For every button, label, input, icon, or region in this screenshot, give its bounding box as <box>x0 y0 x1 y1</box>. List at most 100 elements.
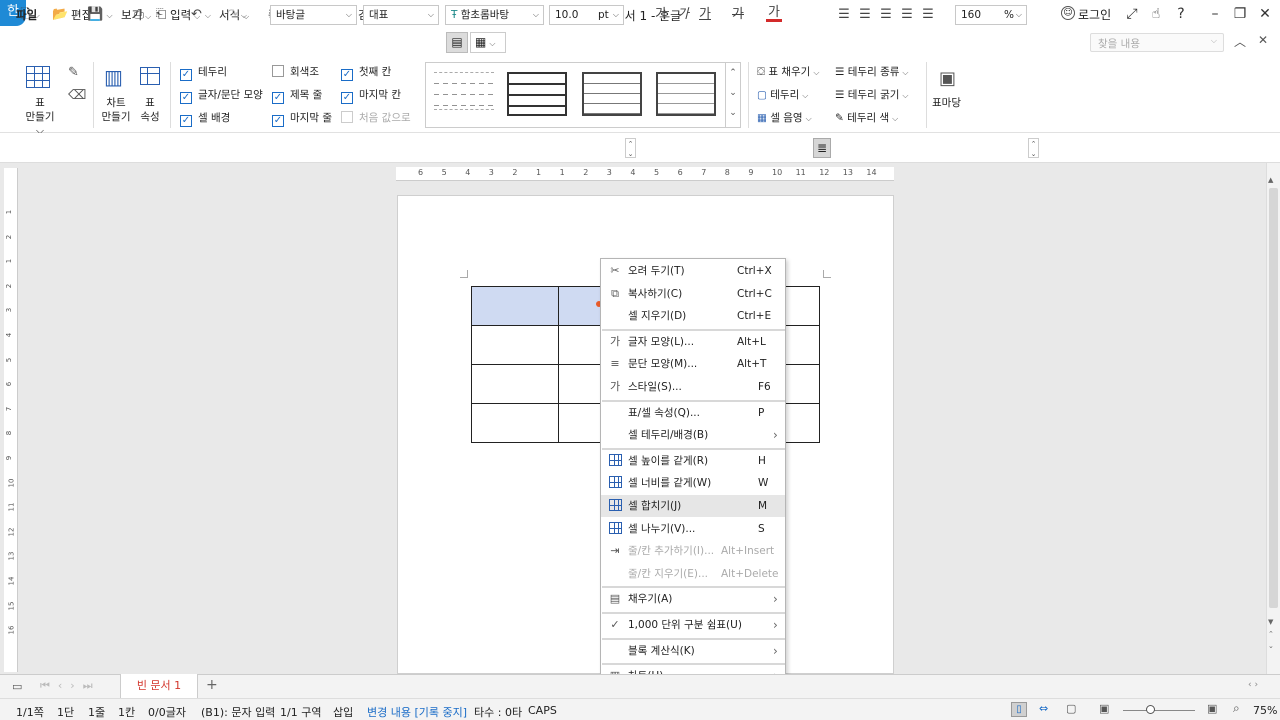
table-cell[interactable] <box>471 286 559 326</box>
fullscreen-icon[interactable]: ⤢ <box>1122 5 1142 23</box>
zoom-out-icon[interactable]: ▣ <box>1099 702 1109 715</box>
table-erase-icon[interactable]: ⌫ <box>68 88 86 103</box>
menu-item[interactable]: 표/셀 속성(Q)... P <box>601 402 785 424</box>
zoom-slider-thumb[interactable] <box>1146 705 1155 714</box>
scroll-thumb[interactable] <box>1269 188 1278 608</box>
table-cell[interactable] <box>471 403 559 443</box>
align-right-icon[interactable]: ☰ <box>878 6 894 24</box>
menu-item[interactable]: 가 글자 모양(L)... Alt+L <box>601 331 785 353</box>
menu-item[interactable]: 셀 테두리/배경(B) › <box>601 424 785 446</box>
border-type-button[interactable]: ☰ 테두리 종류 ⌵ <box>835 62 908 82</box>
menu-item[interactable]: 셀 높이를 같게(R) H <box>601 450 785 472</box>
menu-item[interactable]: ≡ 문단 모양(M)... Alt+T <box>601 353 785 375</box>
hscroll-arrows[interactable]: ‹ › <box>1248 680 1258 690</box>
border-color-button[interactable]: ✎ 테두리 색 ⌵ <box>835 108 898 128</box>
bold-button[interactable]: 가 <box>653 6 669 24</box>
collapse-ribbon-icon[interactable]: ︿ <box>1234 33 1246 50</box>
table-cell[interactable] <box>471 364 559 404</box>
view-width-icon[interactable]: ⇔ <box>1039 702 1048 715</box>
menu-item[interactable]: ✓ 1,000 단위 구분 쉼표(U) › <box>601 614 785 636</box>
menu-item[interactable]: 블록 계산식(K) › <box>601 640 785 662</box>
status-section[interactable]: 1/1 구역 <box>280 704 321 720</box>
table-draw-icon[interactable]: ✎ <box>68 65 79 80</box>
table-props-icon[interactable] <box>140 67 160 85</box>
style-select[interactable]: 바탕글 ⌵ <box>270 5 357 25</box>
strike-button[interactable]: 가 <box>730 6 746 24</box>
print-preview-icon[interactable]: ⎗ <box>152 6 170 24</box>
language-select[interactable]: 대표 ⌵ <box>363 5 439 25</box>
status-insert[interactable]: 삽입 <box>333 704 353 720</box>
table-cell[interactable] <box>471 325 559 365</box>
menu-item[interactable]: 셀 나누기(V)... S <box>601 518 785 540</box>
table-style-3[interactable] <box>582 72 642 116</box>
font-size-stepper[interactable]: ⌃ ⌄ <box>625 138 636 158</box>
font-select[interactable]: Ŧ 함초롬바탕 ⌵ <box>445 5 544 25</box>
new-doc-icon[interactable]: 🗋 ⌵ <box>15 6 45 24</box>
border-weight-button[interactable]: ☰ 테두리 굵기 ⌵ <box>835 85 908 105</box>
gallery-scroll[interactable]: ⌃ ⌄ ⌄ <box>725 63 740 127</box>
restore-icon[interactable]: ❐ <box>1230 5 1250 23</box>
zoom-slider[interactable] <box>1123 710 1195 711</box>
scroll-up-icon[interactable]: ▲ <box>1268 176 1273 184</box>
menu-item[interactable]: ▤ 채우기(A) › <box>601 588 785 610</box>
magnifier-icon[interactable]: ⌕ <box>1233 701 1240 716</box>
align-divide-icon[interactable]: ☰ <box>920 6 936 24</box>
italic-button[interactable]: 가 <box>675 6 691 24</box>
page-nav-icons[interactable]: ▼ ⌃ ⌄ <box>1268 616 1274 652</box>
align-distribute-icon[interactable]: ☰ <box>899 6 915 24</box>
border-button[interactable]: ▢ 테두리 ⌵ <box>757 85 808 105</box>
check-grayscale[interactable]: 회색조 <box>272 64 319 80</box>
status-zoom[interactable]: 75% <box>1253 704 1277 717</box>
table-make-icon[interactable] <box>26 66 50 88</box>
tab-nav-icons[interactable]: ⏮‹›⏭ <box>40 679 101 693</box>
menu-item[interactable]: 가 스타일(S)... F6 <box>601 376 785 398</box>
menu-item[interactable]: 셀 지우기(D) Ctrl+E <box>601 305 785 327</box>
table-style-4[interactable] <box>656 72 716 116</box>
view-full-icon[interactable]: ▢ <box>1066 702 1076 715</box>
table-layout-tab-icon[interactable]: ▦ ⌵ <box>470 32 506 53</box>
table-margin-button[interactable]: 표마당 <box>932 96 961 110</box>
menu-item[interactable]: 셀 너비를 같게(W) W <box>601 472 785 494</box>
menu-item[interactable]: 셀 합치기(J) M <box>601 495 785 517</box>
cell-shade-button[interactable]: ▦ 셀 음영 ⌵ <box>757 108 812 128</box>
check-last-col[interactable]: ✓ 마지막 칸 <box>341 87 401 104</box>
status-track-changes[interactable]: 변경 내용 [기록 중지] <box>367 704 467 720</box>
align-center-icon[interactable]: ☰ <box>857 6 873 24</box>
align-left-icon[interactable]: ☰ <box>836 6 852 24</box>
redo-icon[interactable]: ↷ ⌵ <box>222 6 252 24</box>
underline-button[interactable]: 가 <box>697 6 713 24</box>
close-icon[interactable]: ✕ <box>1255 5 1275 23</box>
zoom-stepper[interactable]: ⌃ ⌄ <box>1028 138 1039 158</box>
check-border[interactable]: ✓ 테두리 <box>180 64 227 81</box>
menu-item[interactable]: ⧉ 복사하기(C) Ctrl+C <box>601 283 785 305</box>
tab-document[interactable]: 빈 문서 1 <box>120 674 198 698</box>
view-page-icon[interactable]: ▯ <box>1011 702 1027 717</box>
open-icon[interactable]: 📂 ⌵ <box>50 6 80 24</box>
login-button[interactable]: 로그인 <box>1078 6 1111 23</box>
table-fill-button[interactable]: ⛋ 표 채우기 ⌵ <box>757 62 819 82</box>
tab-list-icon[interactable]: ▭ <box>12 680 22 693</box>
close-ribbon-icon[interactable]: ✕ <box>1258 33 1268 47</box>
touch-icon[interactable]: ☝ <box>1146 5 1166 23</box>
font-size-select[interactable]: 10.0 pt ⌵ <box>549 5 624 25</box>
table-props-button[interactable]: 표 속성 <box>136 96 164 124</box>
table-make-button[interactable]: 표 만들기⌵ <box>22 96 58 138</box>
menu-item[interactable]: ✂ 오려 두기(T) Ctrl+X <box>601 260 785 282</box>
table-style-2[interactable] <box>507 72 567 116</box>
check-char-para[interactable]: ✓ 글자/문단 모양 <box>180 87 263 104</box>
user-icon[interactable]: ☺ <box>1061 6 1075 20</box>
save-icon[interactable]: 💾 ⌵ <box>85 6 115 24</box>
add-tab-button[interactable]: + <box>206 677 218 693</box>
check-title-row[interactable]: ✓ 제목 줄 <box>272 87 322 104</box>
find-input[interactable]: 찾을 내용 ⌵ <box>1090 33 1224 52</box>
check-last-row[interactable]: ✓ 마지막 줄 <box>272 110 332 127</box>
minimize-icon[interactable]: – <box>1205 5 1225 23</box>
undo-icon[interactable]: ↶ ⌵ <box>186 6 216 24</box>
font-color-button[interactable]: 가 <box>766 6 782 22</box>
print-icon[interactable]: ⎙ <box>130 6 148 24</box>
check-first-col[interactable]: ✓ 첫째 칸 <box>341 64 391 81</box>
table-design-tab-icon[interactable]: ▤ <box>446 32 468 53</box>
zoom-in-icon[interactable]: ▣ <box>1207 702 1217 715</box>
table-style-1[interactable] <box>434 72 494 110</box>
status-page[interactable]: 1/1쪽 <box>16 704 44 720</box>
